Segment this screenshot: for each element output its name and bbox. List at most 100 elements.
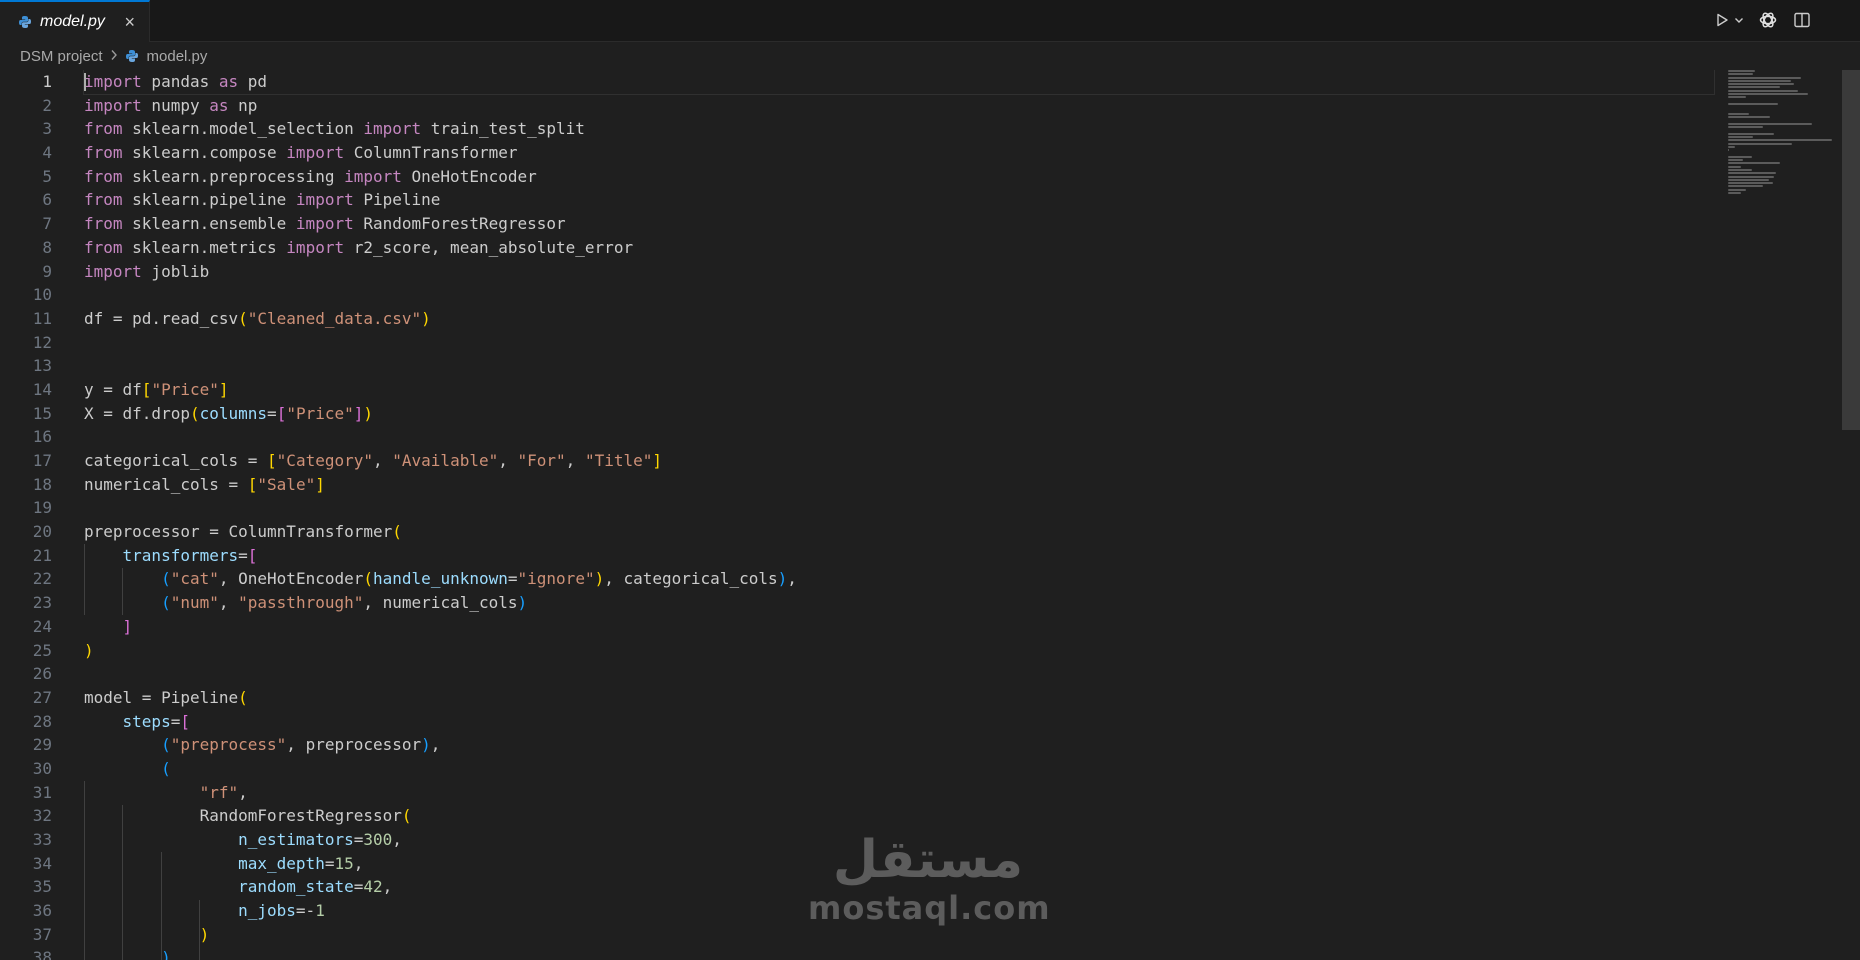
code-token: ( bbox=[161, 735, 171, 755]
split-editor-icon[interactable] bbox=[1792, 10, 1812, 30]
code-token: from bbox=[84, 190, 123, 210]
code-line[interactable]: random_state=42, bbox=[84, 875, 1714, 899]
code-token: = bbox=[238, 545, 248, 565]
run-icon[interactable] bbox=[1712, 10, 1732, 30]
code-line[interactable]: steps=[ bbox=[84, 710, 1714, 734]
code-line[interactable]: from sklearn.ensemble import RandomFores… bbox=[84, 212, 1714, 236]
minimap-line bbox=[1728, 159, 1744, 162]
code-token: from bbox=[84, 214, 123, 234]
minimap-line bbox=[1728, 178, 1769, 181]
code-line[interactable]: "rf", bbox=[84, 781, 1714, 805]
code-token: ( bbox=[392, 522, 402, 542]
vertical-scrollbar[interactable] bbox=[1842, 70, 1860, 960]
code-line[interactable]: ("num", "passthrough", numerical_cols) bbox=[84, 591, 1714, 615]
minimap-line bbox=[1728, 73, 1754, 76]
code-line[interactable] bbox=[84, 425, 1714, 449]
code-token: handle_unknown bbox=[373, 569, 508, 589]
code-line[interactable]: from sklearn.pipeline import Pipeline bbox=[84, 188, 1714, 212]
chatgpt-icon[interactable] bbox=[1758, 10, 1778, 30]
minimap-line bbox=[1728, 89, 1798, 92]
code-line[interactable]: import numpy as np bbox=[84, 94, 1714, 118]
code-token: ] bbox=[315, 474, 325, 494]
code-line[interactable]: numerical_cols = ["Sale"] bbox=[84, 473, 1714, 497]
code-token: = bbox=[267, 403, 277, 423]
code-line[interactable] bbox=[84, 283, 1714, 307]
code-line[interactable]: transformers=[ bbox=[84, 544, 1714, 568]
breadcrumb: DSM project model.py bbox=[0, 42, 1860, 70]
editor-tab-model-py[interactable]: model.py × bbox=[0, 0, 150, 42]
chevron-down-icon[interactable] bbox=[1734, 10, 1744, 30]
code-line[interactable]: from sklearn.metrics import r2_score, me… bbox=[84, 236, 1714, 260]
code-line[interactable]: df = pd.read_csv("Cleaned_data.csv") bbox=[84, 307, 1714, 331]
breadcrumb-file[interactable]: model.py bbox=[147, 48, 208, 65]
line-number: 3 bbox=[42, 119, 52, 139]
code-line[interactable]: ] bbox=[84, 615, 1714, 639]
code-token: random_state bbox=[238, 877, 354, 897]
code-line[interactable]: ("cat", OneHotEncoder(handle_unknown="ig… bbox=[84, 567, 1714, 591]
code-line[interactable]: ) bbox=[84, 923, 1714, 947]
code-line[interactable]: from sklearn.model_selection import trai… bbox=[84, 117, 1714, 141]
line-number: 13 bbox=[32, 356, 52, 376]
minimap[interactable] bbox=[1728, 70, 1848, 230]
code-line[interactable]: X = df.drop(columns=["Price"]) bbox=[84, 402, 1714, 426]
code-line[interactable]: y = df["Price"] bbox=[84, 378, 1714, 402]
minimap-line bbox=[1728, 188, 1747, 191]
code-line[interactable]: n_estimators=300, bbox=[84, 828, 1714, 852]
code-line[interactable]: import pandas as pd bbox=[83, 70, 1715, 95]
code-line[interactable]: ( bbox=[84, 757, 1714, 781]
code-line[interactable]: ("preprocess", preprocessor), bbox=[84, 733, 1714, 757]
breadcrumb-project[interactable]: DSM project bbox=[20, 48, 103, 65]
minimap-line bbox=[1728, 149, 1730, 152]
code-line[interactable]: max_depth=15, bbox=[84, 852, 1714, 876]
code-line[interactable]: import joblib bbox=[84, 260, 1714, 284]
code-token: "Sale" bbox=[257, 474, 316, 494]
minimap-line bbox=[1728, 155, 1752, 158]
code-line[interactable] bbox=[84, 354, 1714, 378]
code-line[interactable]: RandomForestRegressor( bbox=[84, 804, 1714, 828]
code-token: "Price" bbox=[286, 403, 354, 423]
code-token: from bbox=[84, 119, 123, 139]
code-line[interactable]: categorical_cols = ["Category", "Availab… bbox=[84, 449, 1714, 473]
minimap-line bbox=[1728, 79, 1791, 82]
code-token: ( bbox=[161, 758, 171, 778]
line-number: 33 bbox=[32, 830, 52, 849]
line-number: 28 bbox=[32, 711, 52, 731]
code-line[interactable] bbox=[84, 496, 1714, 520]
chevron-right-icon bbox=[110, 48, 118, 64]
code-token: import bbox=[295, 190, 354, 210]
code-line[interactable]: n_jobs=-1 bbox=[84, 899, 1714, 923]
code-token: np bbox=[228, 95, 258, 115]
code-line[interactable]: from sklearn.compose import ColumnTransf… bbox=[84, 141, 1714, 165]
code-line[interactable] bbox=[84, 662, 1714, 686]
code-editor[interactable]: 1 2 3 4 5 6 7 8 9 10 11 12 13 14 15 16 17 18 19 20 21 22 23 24 2… bbox=[0, 70, 1860, 960]
code-line[interactable]: preprocessor = ColumnTransformer( bbox=[84, 520, 1714, 544]
minimap-line bbox=[1728, 116, 1770, 119]
scrollbar-thumb[interactable] bbox=[1842, 70, 1860, 430]
code-token: ColumnTransformer bbox=[344, 143, 518, 163]
code-token: import bbox=[286, 237, 345, 257]
code-token: [ bbox=[247, 474, 258, 494]
code-line[interactable]: from sklearn.preprocessing import OneHot… bbox=[84, 165, 1714, 189]
code-token: "Cleaned_data.csv" bbox=[247, 308, 422, 328]
code-line[interactable]: ) bbox=[84, 946, 1714, 960]
line-number: 31 bbox=[32, 782, 52, 802]
code-token: ( bbox=[189, 403, 200, 423]
tab-filename: model.py bbox=[40, 13, 105, 30]
close-icon[interactable]: × bbox=[124, 13, 135, 31]
code-line[interactable] bbox=[84, 331, 1714, 355]
code-token: , bbox=[353, 853, 364, 873]
minimap-line bbox=[1728, 96, 1747, 99]
code-token: "Price" bbox=[151, 379, 219, 399]
code-token: import bbox=[286, 143, 345, 163]
code-line[interactable]: model = Pipeline( bbox=[84, 686, 1714, 710]
code-token: from bbox=[84, 237, 123, 257]
code-token: "For" bbox=[517, 451, 566, 470]
code-line[interactable]: ) bbox=[84, 639, 1714, 663]
code-token: , numerical_cols bbox=[363, 593, 518, 613]
code-token: "passthrough" bbox=[238, 593, 364, 613]
code-area[interactable]: import pandas as pd import numpy as np fro… bbox=[83, 70, 1715, 960]
